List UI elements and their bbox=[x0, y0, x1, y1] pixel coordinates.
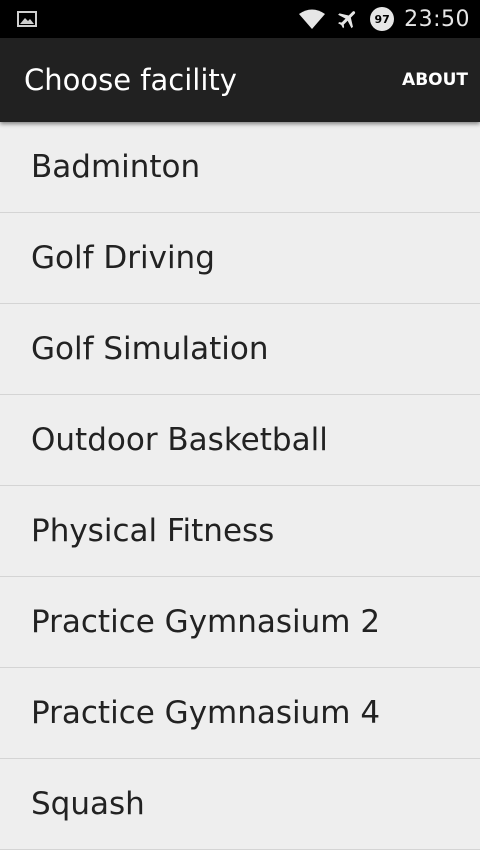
list-item[interactable]: Golf Driving bbox=[0, 213, 480, 304]
list-item[interactable]: Practice Gymnasium 2 bbox=[0, 577, 480, 668]
facility-list: Badminton Golf Driving Golf Simulation O… bbox=[0, 122, 480, 850]
gallery-notification-icon bbox=[17, 11, 37, 27]
list-item[interactable]: Physical Fitness bbox=[0, 486, 480, 577]
airplane-mode-icon bbox=[338, 11, 356, 29]
action-bar: Choose facility ABOUT bbox=[0, 38, 480, 122]
list-item[interactable]: Outdoor Basketball bbox=[0, 395, 480, 486]
list-item[interactable]: Badminton bbox=[0, 122, 480, 213]
status-time: 23:50 bbox=[404, 6, 470, 32]
wifi-icon bbox=[299, 9, 326, 29]
list-item[interactable]: Golf Simulation bbox=[0, 304, 480, 395]
status-icons: 97 23:50 bbox=[298, 0, 470, 38]
battery-level: 97 bbox=[374, 12, 390, 26]
about-button[interactable]: ABOUT bbox=[402, 38, 468, 122]
list-item[interactable]: Squash bbox=[0, 759, 480, 850]
battery-icon: 97 bbox=[370, 7, 395, 31]
list-item[interactable]: Practice Gymnasium 4 bbox=[0, 668, 480, 759]
status-bar: 97 23:50 bbox=[0, 0, 480, 38]
page-title: Choose facility bbox=[24, 63, 237, 97]
